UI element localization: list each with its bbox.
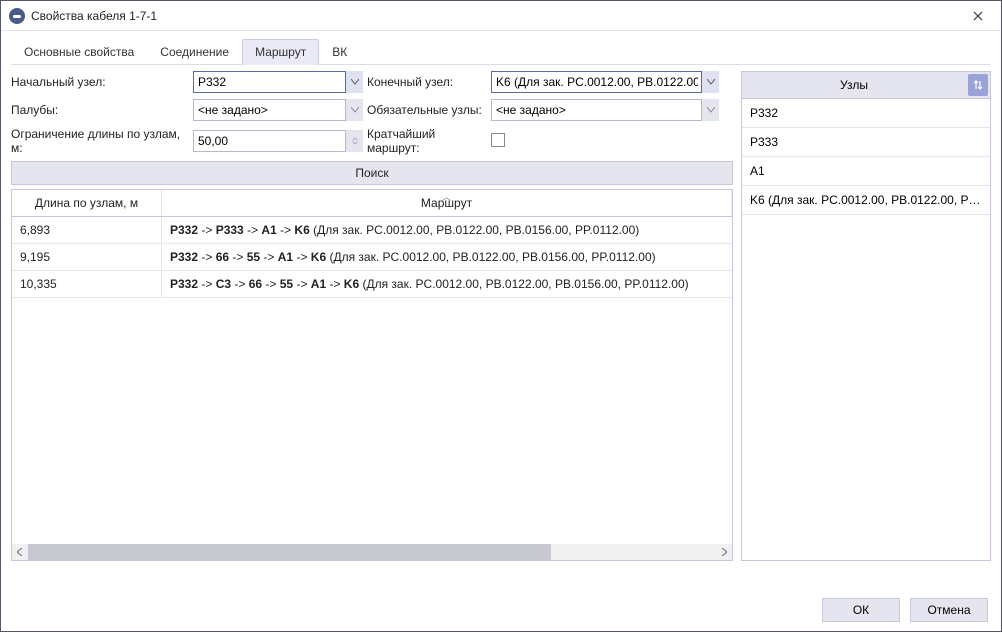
shortest-route-checkbox[interactable]	[491, 133, 505, 147]
cell-length: 6,893	[12, 217, 162, 243]
end-node-label: Конечный узел:	[367, 75, 487, 89]
cell-route: P332 -> P333 -> A1 -> K6 (Для зак. PC.00…	[162, 217, 732, 243]
sort-icon	[973, 79, 983, 91]
stepper-icon[interactable]	[345, 130, 363, 152]
cancel-button[interactable]: Отмена	[910, 598, 988, 622]
scrollbar-thumb[interactable]	[28, 544, 551, 560]
routes-table: Длина по узлам, м ︿ Маршрут 6,893P332 ->…	[11, 189, 733, 561]
table-row[interactable]: 9,195P332 -> 66 -> 55 -> A1 -> K6 (Для з…	[12, 244, 732, 271]
required-nodes-label: Обязательные узлы:	[367, 103, 487, 117]
scrollbar-track[interactable]	[28, 544, 716, 560]
window-title: Свойства кабеля 1-7-1	[31, 9, 955, 23]
column-route[interactable]: ︿ Маршрут	[162, 190, 732, 216]
length-limit-input[interactable]	[193, 130, 363, 152]
close-icon	[973, 11, 983, 21]
app-icon	[9, 8, 25, 24]
scroll-right-icon[interactable]	[716, 544, 732, 560]
decks-label: Палубы:	[11, 103, 189, 117]
cell-route: P332 -> 66 -> 55 -> A1 -> K6 (Для зак. P…	[162, 244, 732, 270]
end-node-combo[interactable]	[491, 71, 719, 93]
table-row[interactable]: 6,893P332 -> P333 -> A1 -> K6 (Для зак. …	[12, 217, 732, 244]
decks-combo[interactable]	[193, 99, 363, 121]
required-nodes-combo[interactable]	[491, 99, 719, 121]
start-node-label: Начальный узел:	[11, 75, 189, 89]
chevron-down-icon[interactable]	[345, 71, 363, 93]
tab-connection[interactable]: Соединение	[147, 39, 242, 64]
decks-input[interactable]	[193, 99, 363, 121]
cell-route: P332 -> C3 -> 66 -> 55 -> A1 -> K6 (Для …	[162, 271, 732, 297]
list-item[interactable]: K6 (Для зак. PC.0012.00, PB.0122.00, PB.…	[742, 186, 990, 215]
list-item[interactable]: P333	[742, 128, 990, 157]
end-node-input[interactable]	[491, 71, 719, 93]
nodes-sort-button[interactable]	[968, 74, 988, 96]
titlebar: Свойства кабеля 1-7-1	[1, 1, 1001, 31]
cell-length: 9,195	[12, 244, 162, 270]
start-node-input[interactable]	[193, 71, 363, 93]
column-length[interactable]: Длина по узлам, м	[12, 190, 162, 216]
start-node-combo[interactable]	[193, 71, 363, 93]
nodes-panel: Узлы P332P333A1K6 (Для зак. PC.0012.00, …	[741, 71, 991, 561]
length-limit-label: Ограничение длины по узлам, м:	[11, 127, 189, 155]
dialog-footer: ОК Отмена	[822, 598, 988, 622]
ok-button[interactable]: ОК	[822, 598, 900, 622]
list-item[interactable]: P332	[742, 99, 990, 128]
chevron-down-icon[interactable]	[345, 99, 363, 121]
tab-main-props[interactable]: Основные свойства	[11, 39, 147, 64]
chevron-down-icon[interactable]	[701, 71, 719, 93]
search-button[interactable]: Поиск	[11, 161, 733, 185]
required-nodes-input[interactable]	[491, 99, 719, 121]
close-button[interactable]	[955, 1, 1001, 31]
sort-asc-icon: ︿	[442, 190, 451, 203]
horizontal-scrollbar[interactable]	[12, 544, 732, 560]
length-limit-field[interactable]	[193, 130, 363, 152]
nodes-header: Узлы	[742, 73, 966, 97]
shortest-route-label: Кратчайший маршрут:	[367, 127, 487, 155]
chevron-down-icon[interactable]	[701, 99, 719, 121]
table-row[interactable]: 10,335P332 -> C3 -> 66 -> 55 -> A1 -> K6…	[12, 271, 732, 298]
list-item[interactable]: A1	[742, 157, 990, 186]
scroll-left-icon[interactable]	[12, 544, 28, 560]
tab-vk[interactable]: ВК	[319, 39, 360, 64]
tab-route[interactable]: Маршрут	[242, 39, 319, 65]
cell-length: 10,335	[12, 271, 162, 297]
tab-bar: Основные свойства Соединение Маршрут ВК	[11, 39, 991, 65]
